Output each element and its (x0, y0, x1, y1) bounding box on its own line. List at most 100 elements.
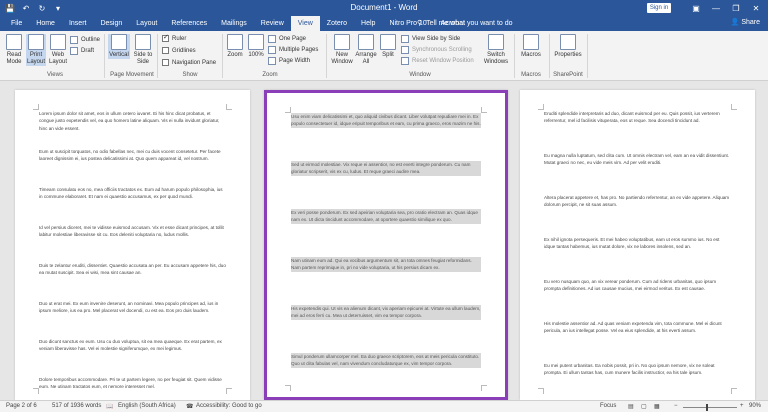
properties-label: Properties (554, 52, 582, 58)
web-layout-label: Web Layout (48, 52, 67, 65)
paragraph[interactable]: Ex nihil ignota persequeris. Et mei habe… (544, 236, 731, 251)
paragraph[interactable]: Usu enim viam delicatissimi et, quo aliq… (291, 113, 481, 128)
paragraph[interactable]: Eum ut suscipit torquatos, no odio fabel… (39, 148, 226, 163)
sign-in-button[interactable]: Sign in (647, 3, 671, 13)
tab-design[interactable]: Design (93, 16, 129, 31)
tab-help[interactable]: Help (354, 16, 382, 31)
print-layout-button[interactable]: Print Layout (26, 34, 46, 66)
zoom-button[interactable]: Zoom (226, 34, 244, 59)
tab-mailings[interactable]: Mailings (214, 16, 254, 31)
paragraph[interactable]: Nam utinam eum ad. Qui ea vocibus argume… (291, 257, 481, 272)
paragraph[interactable]: Id vel persius diceret, mei te vidisse e… (39, 224, 226, 239)
paragraph[interactable]: Altera placerat appetere et, has pro. No… (544, 194, 731, 209)
draft-button[interactable]: Draft (70, 47, 94, 55)
document-area[interactable]: Lorem ipsum dolor sit amet, eos in ullum… (0, 82, 768, 400)
paragraph[interactable]: Eu vero nusquam quo, an vix verear ponde… (544, 278, 731, 293)
paragraph[interactable]: Eu magna nulla luptatum, sed clita cum. … (544, 152, 731, 167)
paragraph[interactable]: Eu mei putent urbanitas. Ea nobis possit… (544, 362, 731, 377)
tab-view[interactable]: View (290, 16, 320, 31)
paragraph[interactable]: Sed ut eirmod molestiae. Vix reque ei as… (291, 161, 481, 176)
tell-me-box[interactable]: ⚲ Tell me what you want to do (417, 19, 513, 28)
ruler-check-box[interactable] (162, 33, 169, 42)
side-to-side-button[interactable]: Side to Side (132, 34, 154, 66)
paragraph[interactable]: Ex veri posse ponderum. Ex sed apeirian … (291, 209, 481, 224)
accessibility-status[interactable]: Accessibility: Good to go (196, 403, 262, 409)
synchronous-scrolling-label: Synchronous Scrolling (412, 47, 472, 53)
navigation-pane-check-box[interactable] (162, 59, 169, 66)
share-button[interactable]: 👤 Share (731, 18, 760, 26)
arrange-all-button[interactable]: Arrange All (355, 34, 377, 66)
lightbulb-icon: ⚲ (417, 20, 423, 27)
zoom-level[interactable]: 90% (749, 403, 761, 409)
print-layout-label: Print Layout (26, 52, 45, 65)
multiple-pages-button[interactable]: Multiple Pages (268, 46, 318, 54)
one-page-button[interactable]: One Page (268, 35, 306, 43)
read-mode-view-icon[interactable]: ▤ (628, 403, 634, 410)
close-icon[interactable]: ✕ (746, 0, 766, 16)
paragraph[interactable]: Simul ponderum ullamcorper mel. Ea duo g… (291, 353, 481, 368)
document-page-left[interactable]: Lorem ipsum dolor sit amet, eos in ullum… (15, 90, 250, 400)
vertical-button[interactable]: Vertical (108, 34, 130, 59)
paragraph[interactable]: Duis te zelantur eruditi, dissentiet. Qu… (39, 262, 226, 277)
ribbon-view: Read Mode Print Layout Web Layout Outlin… (0, 31, 768, 81)
new-window-button[interactable]: New Window (330, 34, 354, 66)
split-button[interactable]: Split (379, 34, 397, 59)
zoom-in-icon[interactable]: + (740, 403, 744, 409)
paragraph[interactable]: His expetendis qui. Ut vis ea alienum di… (291, 305, 481, 320)
focus-button[interactable]: Focus (600, 403, 616, 409)
zoom-slider-thumb[interactable] (706, 404, 708, 411)
synchronous-scrolling-button[interactable]: Synchronous Scrolling (401, 46, 472, 54)
group-sharepoint-label: SharePoint (553, 72, 583, 78)
paragraph[interactable]: His molestie assentior ad. Ad quas venia… (544, 320, 731, 335)
paragraph[interactable]: Eruditi splendide interpretaris ad duo, … (544, 110, 731, 125)
outline-button[interactable]: Outline (70, 36, 100, 44)
paragraph[interactable]: Duo ut erat mei. Ex eum invenire deserun… (39, 300, 226, 315)
macros-button[interactable]: Macros (519, 34, 543, 59)
view-side-by-side-button[interactable]: View Side by Side (401, 35, 460, 43)
ribbon-display-icon[interactable]: ▣ (686, 0, 706, 16)
navigation-pane-checkbox[interactable]: Navigation Pane (162, 59, 216, 66)
gridlines-checkbox[interactable]: Gridlines (162, 47, 196, 54)
paragraph[interactable]: Duo dicunt sanctus ex eum. Usu cu duo vo… (39, 338, 226, 353)
margin-corner-mark (481, 107, 487, 113)
zoom-slider[interactable] (683, 407, 737, 408)
tab-review[interactable]: Review (254, 16, 291, 31)
document-page-right[interactable]: Eruditi splendide interpretaris ad duo, … (520, 90, 755, 400)
reset-window-position-button[interactable]: Reset Window Position (401, 57, 474, 65)
vertical-icon (111, 34, 127, 50)
tab-insert[interactable]: Insert (62, 16, 94, 31)
group-show-label: Show (182, 72, 198, 78)
read-mode-button[interactable]: Read Mode (4, 34, 24, 66)
restore-icon[interactable]: ❐ (726, 0, 746, 16)
page-width-icon (268, 57, 276, 65)
tab-layout[interactable]: Layout (129, 16, 164, 31)
word-count[interactable]: 517 of 1936 words (52, 403, 101, 409)
paragraph[interactable]: Lorem ipsum dolor sit amet, eos in ullum… (39, 110, 226, 132)
ribbon-tabs: File Home Insert Design Layout References Mail… (4, 16, 472, 31)
print-layout-view-icon[interactable]: ▢ (641, 403, 647, 410)
language[interactable]: English (South Africa) (118, 403, 176, 409)
properties-button[interactable]: Properties (553, 34, 583, 59)
web-layout-button[interactable]: Web Layout (48, 34, 68, 66)
zoom-out-icon[interactable]: − (674, 403, 678, 409)
web-layout-view-icon[interactable]: ▦ (654, 403, 660, 410)
page-count[interactable]: Page 2 of 6 (6, 403, 37, 409)
gridlines-check-box[interactable] (162, 47, 169, 54)
tab-file[interactable]: File (4, 16, 29, 31)
document-page-middle-highlighted[interactable]: Usu enim viam delicatissimi et, quo aliq… (264, 90, 508, 400)
paragraph[interactable]: Timeam consulatu eos no, mea officiis tr… (39, 186, 226, 201)
minimize-icon[interactable]: — (706, 0, 726, 16)
separator (549, 34, 550, 78)
proofing-icon[interactable]: 📖 (106, 403, 113, 410)
zoom-100-button[interactable]: 100% (247, 34, 265, 59)
tab-zotero[interactable]: Zotero (320, 16, 354, 31)
switch-windows-button[interactable]: Switch Windows (483, 34, 509, 66)
status-bar: Page 2 of 6 517 of 1936 words 📖 English … (0, 400, 768, 412)
page-width-button[interactable]: Page Width (268, 57, 310, 65)
paragraph[interactable]: Dolore temporibus accommodare. Pri te ut… (39, 376, 226, 391)
tab-home[interactable]: Home (29, 16, 62, 31)
ruler-checkbox[interactable]: Ruler (162, 33, 186, 42)
separator (326, 34, 327, 78)
group-views-label: Views (47, 72, 63, 78)
tab-references[interactable]: References (164, 16, 214, 31)
